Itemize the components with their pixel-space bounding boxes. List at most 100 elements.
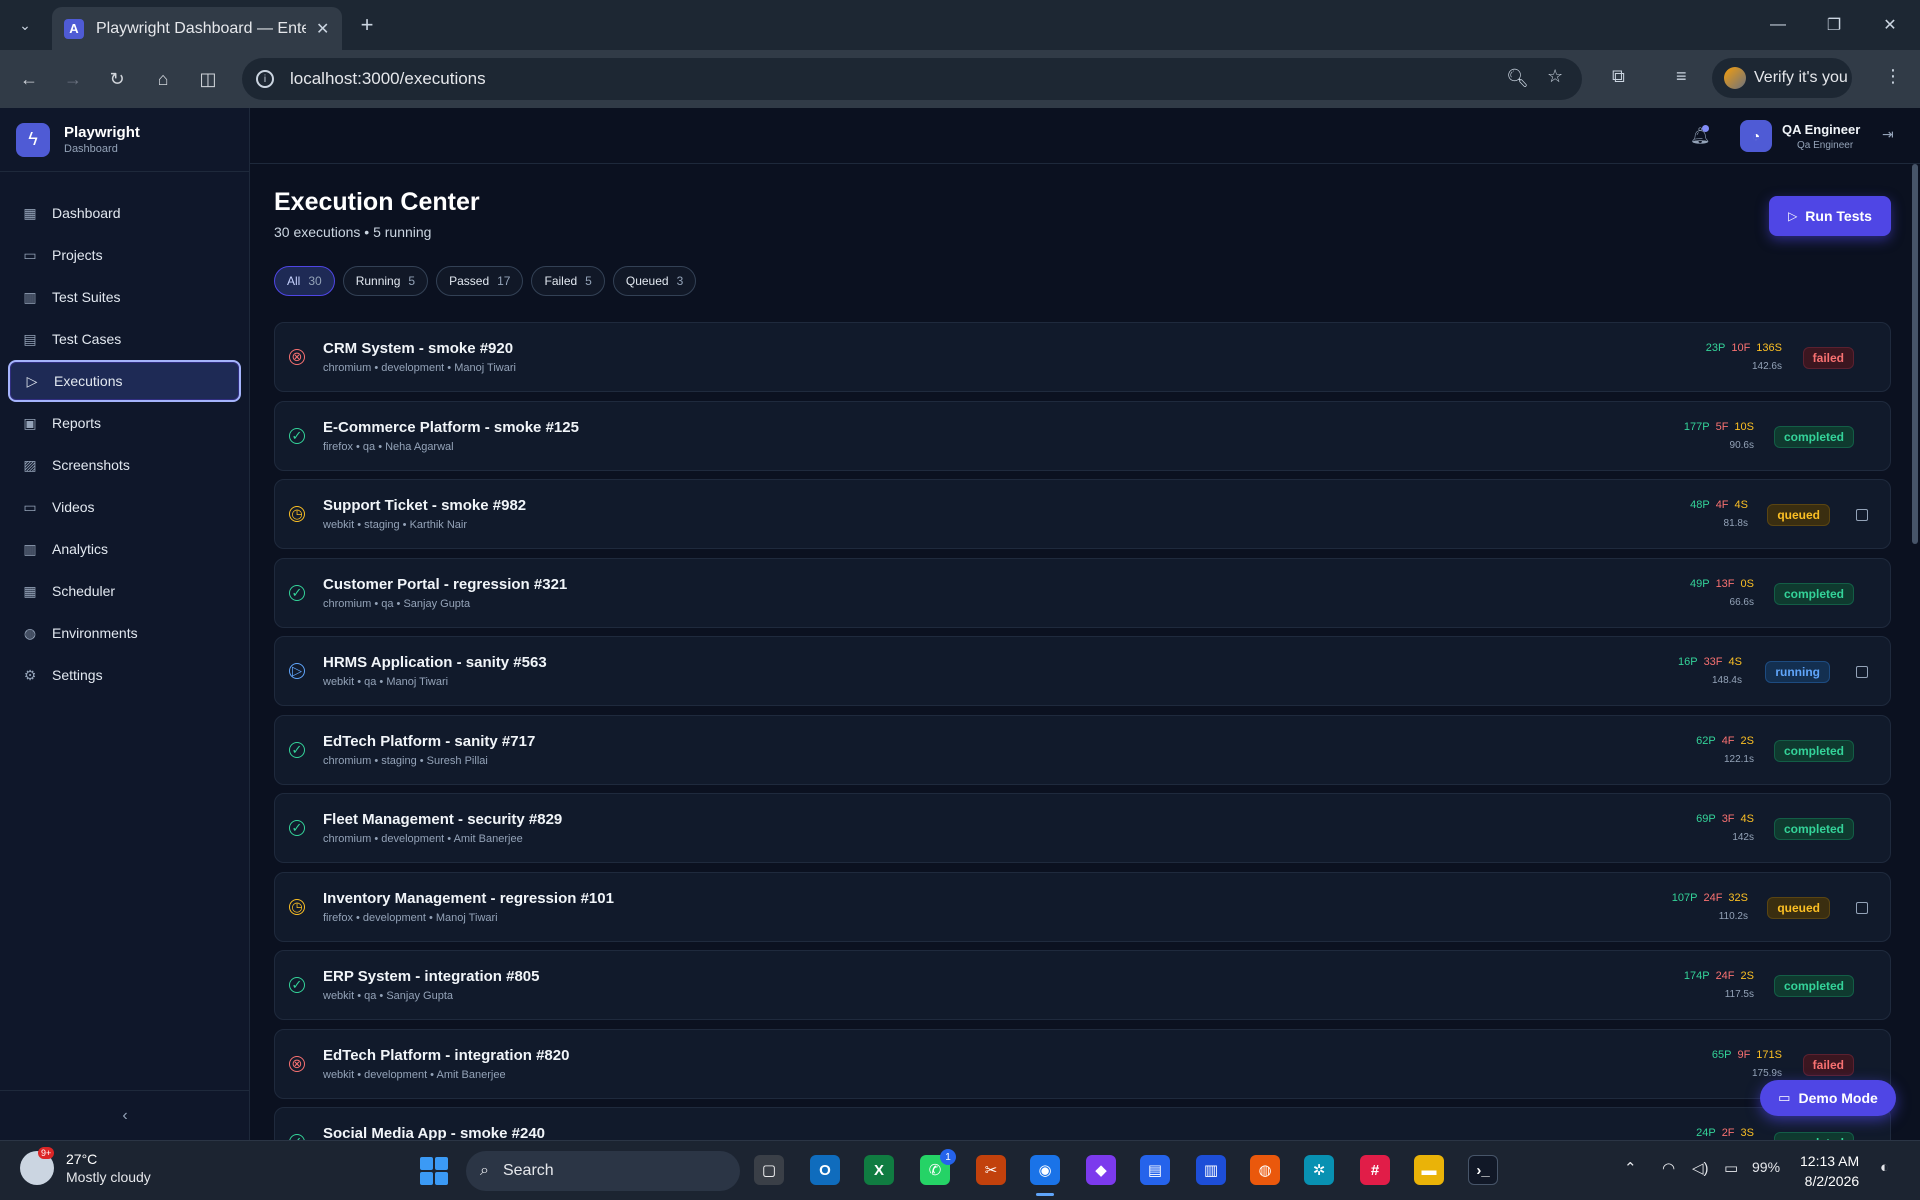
sidebar-item-environments[interactable]: ◍ Environments — [8, 612, 241, 654]
sidebar-item-reports[interactable]: ▣ Reports — [8, 402, 241, 444]
sidebar-item-videos[interactable]: ▭ Videos — [8, 486, 241, 528]
logout-icon[interactable]: ⇥ — [1882, 126, 1894, 143]
filter-chip-all[interactable]: All 30 — [274, 266, 335, 296]
execution-row[interactable]: ✓Social Media App - smoke #24024P2F3Scom… — [274, 1107, 1891, 1140]
sidebar-item-screenshots[interactable]: ▨ Screenshots — [8, 444, 241, 486]
columns-icon: ▥ — [23, 288, 37, 305]
address-bar[interactable]: i localhost:3000/executions — [242, 58, 1582, 100]
app-topbar: 🔔︎ ◔ QA Engineer Qa Engineer ⇥ — [250, 108, 1920, 164]
execution-row[interactable]: ✓ E-Commerce Platform - smoke #125 firefox… — [274, 400, 1891, 471]
filter-chip-queued[interactable]: Queued 3 — [612, 266, 697, 296]
filter-count: 5 — [585, 274, 592, 288]
demo-mode-button[interactable]: ▭ Demo Mode — [1760, 1080, 1896, 1116]
execution-title[interactable]: EdTech Platform - integration #820 — [323, 1047, 569, 1064]
chrome-icon[interactable]: ◉ — [1030, 1155, 1060, 1185]
weather-widget[interactable]: 9+ 27°C Mostly cloudy — [20, 1147, 151, 1185]
stop-square-icon[interactable] — [1856, 901, 1868, 914]
tray-chevron-icon[interactable]: ⌃ — [1624, 1159, 1637, 1177]
sidebar-item-scheduler[interactable]: ▦ Scheduler — [8, 570, 241, 612]
zoom-icon[interactable]: 🔍︎ — [1506, 68, 1529, 89]
clock-time: 12:13 AM — [1800, 1153, 1860, 1169]
forward-arrow-icon[interactable]: → — [58, 64, 88, 94]
browser-tab[interactable]: A Playwright Dashboard — Enterp ✕ — [52, 7, 342, 50]
notification-center-icon[interactable]: ◐ — [1880, 1159, 1889, 1176]
execution-row[interactable]: ◷ Support Ticket - smoke #982 webkit • sta… — [274, 479, 1891, 549]
sidebar-item-test-suites[interactable]: ▥ Test Suites — [8, 276, 241, 318]
firefox-icon[interactable]: ◍ — [1250, 1155, 1280, 1185]
sidebar-item-executions[interactable]: ▷ Executions — [8, 360, 241, 402]
file-explorer-icon[interactable]: ▬ — [1414, 1155, 1444, 1185]
sidebar-item-projects[interactable]: ▭ Projects — [8, 234, 241, 276]
tab-close-icon[interactable]: ✕ — [316, 19, 329, 39]
taskbar-search[interactable]: ⌕ Search — [466, 1151, 740, 1191]
passed-count: 48P — [1690, 499, 1710, 511]
run-tests-button[interactable]: ▷ Run Tests — [1769, 196, 1891, 236]
back-arrow-icon[interactable]: ← — [14, 64, 44, 94]
filter-chip-failed[interactable]: Failed 5 — [531, 266, 605, 296]
battery-icon[interactable]: ▭ — [1724, 1159, 1738, 1177]
execution-title[interactable]: HRMS Application - sanity #563 — [323, 654, 547, 671]
execution-row[interactable]: ✓ Customer Portal - regression #321 chromi… — [274, 557, 1891, 628]
execution-title[interactable]: E-Commerce Platform - smoke #125 — [323, 419, 579, 436]
remote-desktop-icon[interactable]: ▤ — [1140, 1155, 1170, 1185]
execution-row[interactable]: ⊗ EdTech Platform - integration #820 webki… — [274, 1028, 1891, 1099]
terminal-icon[interactable]: ›_ — [1468, 1155, 1498, 1185]
user-avatar-icon[interactable]: ◔ — [1740, 120, 1772, 152]
execution-title[interactable]: CRM System - smoke #920 — [323, 340, 513, 357]
sidebar-item-analytics[interactable]: ▥ Analytics — [8, 528, 241, 570]
minimize-icon[interactable]: — — [1758, 10, 1798, 40]
user-role: Qa Engineer — [1797, 140, 1854, 151]
execution-row[interactable]: ✓ EdTech Platform - sanity #717 chromium •… — [274, 714, 1891, 785]
reload-icon[interactable]: ↻ — [102, 64, 132, 94]
extensions-icon[interactable]: ⧉ — [1612, 66, 1625, 87]
restore-icon[interactable]: ❐ — [1814, 10, 1854, 40]
notepad-icon[interactable]: ▥ — [1196, 1155, 1226, 1185]
execution-title[interactable]: Inventory Management - regression #101 — [323, 890, 614, 907]
windows-start-icon[interactable] — [420, 1157, 448, 1185]
execution-row[interactable]: ⊗ CRM System - smoke #920 chromium • devel… — [274, 322, 1891, 392]
outlook-icon[interactable]: O — [810, 1155, 840, 1185]
slack-icon[interactable]: # — [1360, 1155, 1390, 1185]
stop-square-icon[interactable] — [1856, 666, 1868, 678]
tab-list-chevron-icon[interactable]: ⌄ — [10, 12, 40, 38]
stop-square-icon[interactable] — [1856, 509, 1868, 521]
task-view-icon[interactable]: ▢ — [754, 1155, 784, 1185]
wifi-icon[interactable]: ◠ — [1662, 1159, 1675, 1177]
chat-app-icon[interactable]: ◆ — [1086, 1155, 1116, 1185]
home-icon[interactable]: ⌂ — [148, 64, 178, 94]
execution-title[interactable]: Fleet Management - security #829 — [323, 811, 562, 828]
execution-title[interactable]: ERP System - integration #805 — [323, 968, 539, 985]
settings-app-icon[interactable]: ✲ — [1304, 1155, 1334, 1185]
page-scrollbar[interactable] — [1912, 164, 1918, 544]
brand[interactable]: ϟ Playwright Dashboard — [0, 108, 249, 172]
execution-title[interactable]: EdTech Platform - sanity #717 — [323, 733, 535, 750]
excel-icon[interactable]: X — [864, 1155, 894, 1185]
browser-menu-icon[interactable]: ⋮ — [1884, 66, 1902, 87]
failed-x-icon: ⊗ — [289, 1055, 305, 1072]
filter-chip-running[interactable]: Running 5 — [342, 266, 429, 296]
volume-icon[interactable]: ◁) — [1692, 1159, 1709, 1177]
sidebar-item-settings[interactable]: ⚙ Settings — [8, 654, 241, 696]
verify-profile-button[interactable]: Verify it's you — [1712, 58, 1852, 98]
new-tab-plus-icon[interactable]: + — [352, 10, 382, 40]
check-circle-icon: ✓ — [289, 977, 305, 993]
filter-chip-passed[interactable]: Passed 17 — [436, 266, 524, 296]
window-close-icon[interactable]: ✕ — [1870, 10, 1910, 40]
execution-row[interactable]: ▷ HRMS Application - sanity #563 webkit • … — [274, 636, 1891, 706]
sidebar-item-test-cases[interactable]: ▤ Test Cases — [8, 318, 241, 360]
execution-title[interactable]: Customer Portal - regression #321 — [323, 576, 567, 593]
media-control-icon[interactable]: ≡ — [1676, 66, 1687, 87]
execution-title[interactable]: Support Ticket - smoke #982 — [323, 497, 526, 514]
split-view-icon[interactable]: ◫ — [193, 64, 223, 94]
collapse-sidebar-chevron-icon[interactable]: ‹ — [0, 1090, 250, 1140]
execution-row[interactable]: ✓ Fleet Management - security #829 chromiu… — [274, 793, 1891, 863]
site-info-icon[interactable]: i — [256, 70, 274, 88]
execution-stats: 65P 9F 171S — [1712, 1049, 1782, 1061]
execution-title[interactable]: Social Media App - smoke #240 — [323, 1125, 545, 1140]
execution-row[interactable]: ◷ Inventory Management - regression #101 f… — [274, 871, 1891, 942]
system-clock[interactable]: 12:13 AM 8/2/2026 — [1800, 1151, 1859, 1191]
execution-row[interactable]: ✓ ERP System - integration #805 webkit • q… — [274, 950, 1891, 1020]
sidebar-item-dashboard[interactable]: ▦ Dashboard — [8, 192, 241, 234]
bookmark-star-icon[interactable]: ☆ — [1547, 66, 1563, 87]
snipping-tool-icon[interactable]: ✂ — [976, 1155, 1006, 1185]
